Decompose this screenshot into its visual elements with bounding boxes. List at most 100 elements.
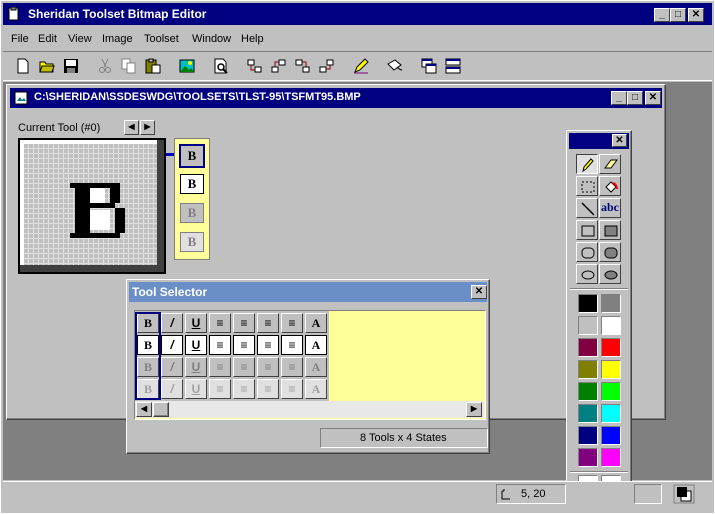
tool-cell[interactable]: / <box>161 357 183 377</box>
color-swatch[interactable] <box>601 448 621 467</box>
color-swatch[interactable] <box>578 426 598 445</box>
close-button[interactable]: ✕ <box>688 8 704 22</box>
prev-tool-button[interactable]: ◀ <box>124 120 139 135</box>
tool-cell[interactable]: U <box>185 313 207 333</box>
menu-file[interactable]: File <box>11 33 29 45</box>
menu-help[interactable]: Help <box>241 33 264 45</box>
minimize-button[interactable]: _ <box>654 8 670 22</box>
color-swatch[interactable] <box>601 294 621 313</box>
menu-view[interactable]: View <box>68 33 92 45</box>
print-preview-icon[interactable] <box>210 55 232 77</box>
tool-state-up[interactable]: B <box>179 144 205 168</box>
tool-cell[interactable]: / <box>161 379 183 399</box>
line-icon[interactable] <box>576 198 598 218</box>
document-close-button[interactable]: ✕ <box>645 91 661 105</box>
bitmap-grid-canvas[interactable] <box>18 138 166 274</box>
edit-pencil-icon[interactable] <box>350 55 372 77</box>
tool-cell[interactable]: ≡ <box>281 313 303 333</box>
color-swatch[interactable] <box>601 382 621 401</box>
color-swatch[interactable] <box>578 448 598 467</box>
paste-icon[interactable] <box>142 55 164 77</box>
tool-cell[interactable]: ≡ <box>257 313 279 333</box>
color-swatch[interactable] <box>601 360 621 379</box>
toolset-icon-3[interactable] <box>292 55 314 77</box>
text-icon[interactable]: abc <box>599 198 621 218</box>
tool-cell[interactable]: U <box>185 357 207 377</box>
tool-state-down[interactable]: B <box>180 174 204 194</box>
color-swatch[interactable] <box>601 404 621 423</box>
tool-state-inactive[interactable]: B <box>180 232 204 252</box>
toolset-icon-2[interactable] <box>268 55 290 77</box>
tool-cell[interactable]: ≡ <box>209 379 231 399</box>
filled-ellipse-icon[interactable] <box>599 264 621 284</box>
copy-icon[interactable] <box>118 55 140 77</box>
palette-close-button[interactable]: ✕ <box>612 134 627 147</box>
menu-toolset[interactable]: Toolset <box>144 33 179 45</box>
tool-cell[interactable]: ≡ <box>281 379 303 399</box>
bitmap-grid[interactable] <box>18 138 166 274</box>
fill-icon[interactable] <box>599 176 621 196</box>
tool-cell[interactable]: A <box>305 335 327 355</box>
ellipse-icon[interactable] <box>576 264 598 284</box>
menu-window[interactable]: Window <box>192 33 231 45</box>
tool-cell[interactable]: ≡ <box>281 335 303 355</box>
color-swatch[interactable] <box>578 382 598 401</box>
tool-cell[interactable]: U <box>185 379 207 399</box>
tool-cell[interactable]: ≡ <box>257 379 279 399</box>
color-swatch[interactable] <box>601 426 621 445</box>
tool-cell[interactable]: A <box>305 357 327 377</box>
rect-icon[interactable] <box>576 220 598 240</box>
next-tool-button[interactable]: ▶ <box>140 120 155 135</box>
toolset-icon-4[interactable] <box>316 55 338 77</box>
maximize-button[interactable]: □ <box>670 8 686 22</box>
scroll-left-button[interactable]: ◀ <box>136 402 152 417</box>
tool-cell[interactable]: / <box>161 335 183 355</box>
tool-cell[interactable]: ≡ <box>209 313 231 333</box>
toolset-icon-1[interactable] <box>244 55 266 77</box>
filled-rect-icon[interactable] <box>599 220 621 240</box>
menu-image[interactable]: Image <box>102 33 133 45</box>
tool-cell[interactable]: / <box>161 313 183 333</box>
rounded-rect-icon[interactable] <box>576 242 598 262</box>
tool-cell[interactable]: ≡ <box>281 357 303 377</box>
tool-cell[interactable]: ≡ <box>209 357 231 377</box>
tool-cell[interactable]: ≡ <box>209 335 231 355</box>
color-swatch[interactable] <box>578 404 598 423</box>
new-icon[interactable] <box>12 55 34 77</box>
pencil-icon[interactable] <box>576 154 598 174</box>
color-swatch[interactable] <box>578 294 598 313</box>
scroll-right-button[interactable]: ▶ <box>466 402 482 417</box>
menu-edit[interactable]: Edit <box>38 33 57 45</box>
tool-cell[interactable]: A <box>305 379 327 399</box>
image-icon[interactable] <box>176 55 198 77</box>
window-tile-icon[interactable] <box>442 55 464 77</box>
window-cascade-icon[interactable] <box>418 55 440 77</box>
document-maximize-button[interactable]: □ <box>627 91 643 105</box>
tool-selector-close-button[interactable]: ✕ <box>471 285 487 299</box>
color-swatch[interactable] <box>601 338 621 357</box>
eraser-icon[interactable] <box>599 154 621 174</box>
open-icon[interactable] <box>36 55 58 77</box>
cut-icon[interactable] <box>94 55 116 77</box>
tool-cell[interactable]: ≡ <box>257 357 279 377</box>
tool-selector-scrollbar[interactable] <box>135 401 484 418</box>
filled-rounded-rect-icon[interactable] <box>599 242 621 262</box>
save-icon[interactable] <box>60 55 82 77</box>
tool-cell[interactable]: ≡ <box>233 357 255 377</box>
color-swatch[interactable] <box>601 316 621 335</box>
tool-state-disabled[interactable]: B <box>180 203 204 223</box>
paint-icon[interactable] <box>384 55 406 77</box>
document-minimize-button[interactable]: _ <box>611 91 627 105</box>
scroll-thumb[interactable] <box>153 402 169 417</box>
color-swatch[interactable] <box>578 316 598 335</box>
color-swatch[interactable] <box>578 360 598 379</box>
tool-cell[interactable]: U <box>185 335 207 355</box>
tool-cell[interactable]: ≡ <box>257 335 279 355</box>
select-rect-icon[interactable] <box>576 176 598 196</box>
tool-cell[interactable]: ≡ <box>233 379 255 399</box>
status-bar <box>3 481 712 511</box>
tool-cell[interactable]: ≡ <box>233 313 255 333</box>
tool-cell[interactable]: A <box>305 313 327 333</box>
color-swatch[interactable] <box>578 338 598 357</box>
tool-cell[interactable]: ≡ <box>233 335 255 355</box>
